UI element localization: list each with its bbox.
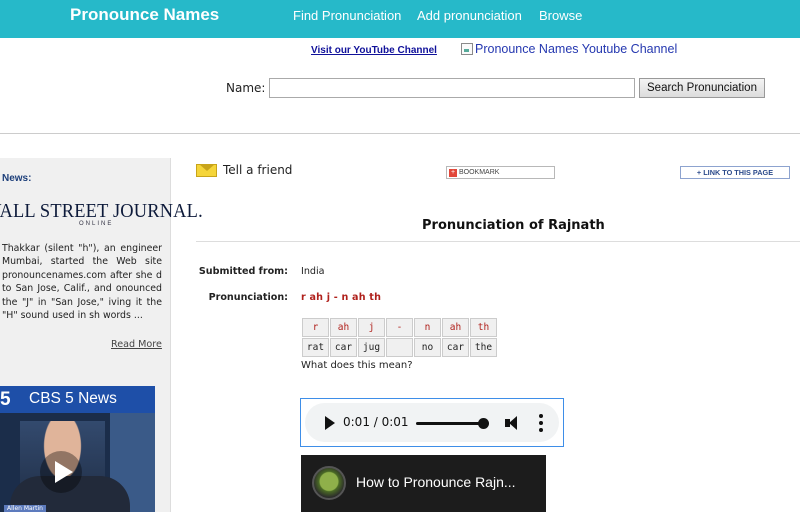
what-does-this-mean[interactable]: What does this mean? [301,360,413,371]
search-label: Name: [226,81,266,95]
sound-cell: th [470,318,497,337]
volume-icon[interactable] [505,415,523,431]
bookmark-button[interactable]: + BOOKMARK [446,166,555,179]
anchor-name-plate: Allen Martin [4,505,46,512]
read-more-link[interactable]: Read More [111,339,162,350]
sound-cell: j [358,318,385,337]
youtube-video-embed[interactable]: How to Pronounce Rajn... [301,455,546,512]
site-logo[interactable]: Pronounce Names [70,5,219,25]
channel-name: CBS 5 News [29,390,117,407]
example-cell: rat [302,338,329,357]
audio-progress-handle[interactable] [478,418,489,429]
title-divider [196,241,800,242]
top-nav-bar: Pronounce Names Find Pronunciation Add p… [0,0,800,38]
wsj-logo-sub: ONLINE [79,221,114,227]
pronunciation-label: Pronunciation: [208,292,288,303]
video-title[interactable]: How to Pronounce Rajn... [356,474,516,490]
sound-cell: r [302,318,329,337]
sound-cell: n [414,318,441,337]
nav-browse[interactable]: Browse [539,8,582,23]
bookmark-label: BOOKMARK [459,169,500,176]
audio-player: 0:01 / 0:01 [300,398,564,447]
wsj-logo: WALL STREET JOURNAL. [0,200,203,222]
audio-progress-bar[interactable] [416,422,484,425]
sound-cell: ah [330,318,357,337]
pronunciation-value: r ah j - n ah th [301,292,382,303]
play-icon[interactable] [40,451,82,493]
envelope-icon [196,163,217,177]
more-options-icon[interactable] [539,414,543,432]
youtube-channel-image[interactable]: Pronounce Names Youtube Channel [461,42,677,56]
search-pronunciation-button[interactable]: Search Pronunciation [639,78,765,98]
news-heading: News: [2,173,32,184]
link-to-page-label: LINK TO THIS PAGE [703,168,774,177]
submitted-from-label: Submitted from: [198,266,288,277]
broken-image-icon [461,43,473,55]
youtube-channel-link[interactable]: Visit our YouTube Channel [311,45,437,56]
page-title: Pronunciation of Rajnath [422,218,605,233]
news-excerpt: Thakkar (silent "h"), an engineer Mumbai… [2,243,162,322]
sidebar: News: WALL STREET JOURNAL. ONLINE Thakka… [0,158,203,512]
example-cell: no [414,338,441,357]
play-icon[interactable] [325,416,335,430]
submitted-from-value: India [301,266,325,277]
youtube-promo-row: Visit our YouTube Channel Pronounce Name… [0,38,800,62]
example-cell: car [442,338,469,357]
sound-cell: ah [442,318,469,337]
sound-cell: - [386,318,413,337]
tell-a-friend[interactable]: Tell a friend [196,163,292,177]
news-video-thumbnail[interactable]: 5 CBS 5 News Allen Martin [0,386,155,512]
example-cell [386,338,413,357]
example-cell: jug [358,338,385,357]
search-bar: Name: Search Pronunciation [0,62,800,134]
nav-add-pronunciation[interactable]: Add pronunciation [417,8,522,23]
example-cell: the [470,338,497,357]
video-channel-header: 5 CBS 5 News [0,386,155,413]
link-to-page-button[interactable]: + LINK TO THIS PAGE [680,166,790,179]
tell-a-friend-label: Tell a friend [223,163,293,177]
example-cell: car [330,338,357,357]
audio-time: 0:01 / 0:01 [343,415,409,429]
youtube-image-alt: Pronounce Names Youtube Channel [475,42,678,56]
syllable-table: r ah j - n ah th rat car jug no car the [301,317,498,358]
nav-find-pronunciation[interactable]: Find Pronunciation [293,8,401,23]
sound-row: r ah j - n ah th [302,318,497,337]
search-input[interactable] [269,78,635,98]
channel-avatar [312,466,346,500]
audio-controls: 0:01 / 0:01 [305,403,559,442]
channel-number: 5 [0,389,11,410]
plus-icon: + [449,168,457,177]
example-row: rat car jug no car the [302,338,497,357]
